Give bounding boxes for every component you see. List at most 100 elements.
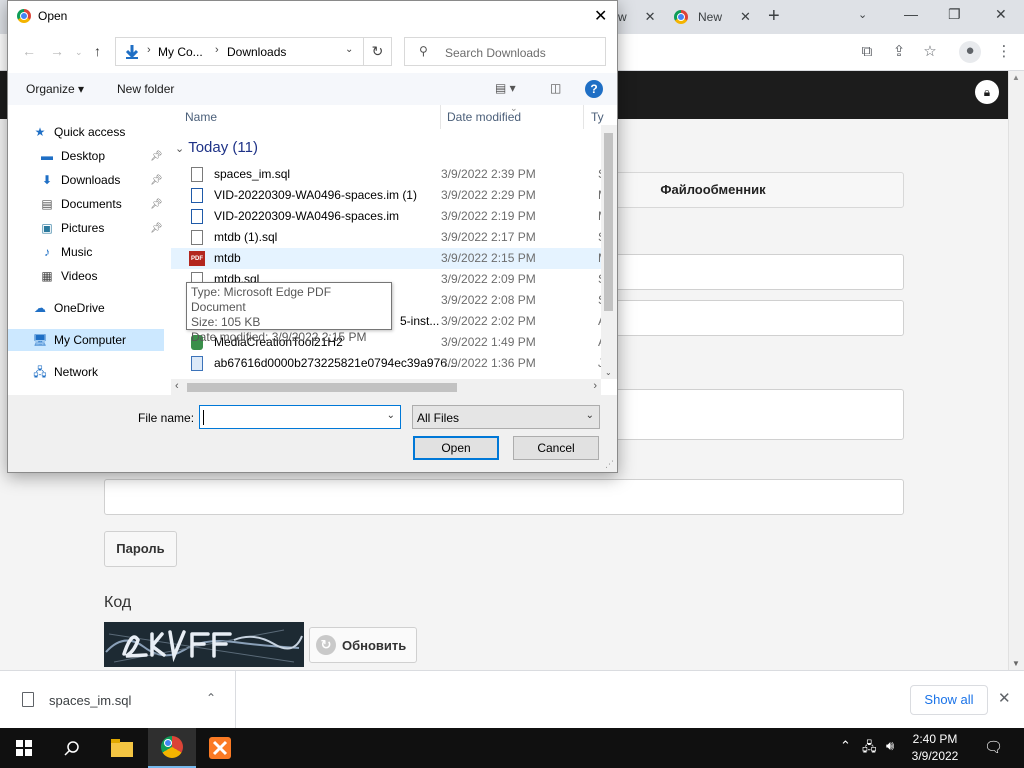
chevron-down-icon[interactable]: ⌄: [387, 410, 395, 421]
share-icon[interactable]: ⇪: [889, 42, 909, 62]
notification-icon[interactable]: 🗨︎: [984, 738, 1003, 756]
scroll-thumb[interactable]: [604, 133, 613, 311]
web-input-1[interactable]: [612, 254, 904, 290]
file-row-hovered[interactable]: PDF mtdb 3/9/2022 2:15 PM M: [171, 248, 608, 269]
nav-quick-access[interactable]: ★ Quick access: [32, 121, 126, 143]
dialog-titlebar[interactable]: Open ✕: [8, 1, 617, 32]
column-divider[interactable]: [583, 105, 584, 129]
cloud-icon: ☁: [34, 301, 46, 315]
restore-button[interactable]: ❐: [948, 6, 961, 23]
column-header-type[interactable]: Ty: [591, 110, 604, 124]
file-name: VID-20220309-WA0496-spaces.im (1): [214, 188, 417, 202]
command-bar: Organize ▾ New folder ▤ ▾ ◫ ?: [8, 73, 617, 105]
web-input-2[interactable]: [612, 300, 904, 336]
file-row[interactable]: VID-20220309-WA0496-spaces.im (1) 3/9/20…: [171, 185, 608, 206]
clock-time: 2:40 PM: [912, 732, 958, 746]
password-button[interactable]: Пароль: [104, 531, 177, 567]
refresh-button[interactable]: ↻: [363, 37, 392, 66]
back-arrow-icon[interactable]: ←: [22, 43, 36, 59]
resize-grip-icon[interactable]: ⋰: [605, 459, 614, 470]
file-row[interactable]: ab67616d0000b273225821e0794ec39a976... 3…: [171, 353, 611, 374]
scroll-thumb[interactable]: [187, 383, 457, 392]
file-date: 3/9/2022 2:15 PM: [441, 251, 536, 265]
close-tab-icon[interactable]: ✕: [645, 9, 656, 25]
file-explorer-icon[interactable]: [98, 728, 146, 768]
search-downloads-input[interactable]: ⚲ Search Downloads: [404, 37, 606, 66]
show-all-button[interactable]: Show all: [910, 685, 988, 715]
breadcrumb-downloads[interactable]: Downloads: [227, 45, 286, 59]
scroll-down-icon[interactable]: ▼: [1012, 659, 1020, 668]
scroll-right-icon[interactable]: ›: [593, 380, 597, 392]
tab-search-icon[interactable]: ⌄: [858, 8, 867, 21]
nav-documents[interactable]: ▤ Documents: [39, 193, 121, 215]
tray-chevron-icon[interactable]: ⌃: [840, 738, 851, 754]
xampp-icon[interactable]: [196, 728, 244, 768]
open-button[interactable]: Open: [413, 436, 499, 460]
volume-icon[interactable]: 🔊︎: [886, 738, 894, 754]
scroll-left-icon[interactable]: ‹: [175, 380, 179, 392]
web-textarea[interactable]: [612, 389, 904, 440]
nav-downloads[interactable]: ⬇ Downloads: [39, 169, 120, 191]
close-tab-icon[interactable]: ✕: [740, 9, 751, 25]
file-list-vertical-scrollbar[interactable]: ⌄: [601, 125, 617, 379]
cancel-button[interactable]: Cancel: [513, 436, 599, 460]
download-item[interactable]: spaces_im.sql ⌃: [0, 671, 236, 729]
column-divider[interactable]: [440, 105, 441, 129]
password-input[interactable]: [104, 479, 904, 515]
network-tray-icon[interactable]: 🖧︎: [862, 738, 877, 760]
recent-dropdown-icon[interactable]: ⌄: [75, 47, 83, 58]
preview-pane-icon[interactable]: ◫: [550, 81, 561, 95]
chevron-down-icon: ⌄: [175, 143, 185, 155]
address-dropdown-icon[interactable]: ⌄: [345, 44, 353, 55]
group-header-today[interactable]: ⌄ Today (11): [175, 139, 258, 156]
file-list-horizontal-scrollbar[interactable]: ‹ ›: [171, 379, 601, 395]
nav-videos[interactable]: ▦ Videos: [39, 265, 97, 287]
scroll-down-icon[interactable]: ⌄: [605, 368, 612, 377]
new-folder-button[interactable]: New folder: [117, 82, 174, 96]
file-name-input[interactable]: ⌄: [199, 405, 401, 429]
clock[interactable]: 2:40 PM 3/9/2022: [905, 731, 965, 765]
bookmark-star-icon[interactable]: ☆: [920, 42, 940, 62]
windows-start-icon[interactable]: [0, 728, 48, 768]
search-icon[interactable]: [48, 728, 96, 768]
search-placeholder: Search Downloads: [445, 46, 546, 60]
nav-network[interactable]: 🖧︎ Network: [32, 361, 98, 383]
captcha-refresh-button[interactable]: ↻ Обновить: [309, 627, 417, 663]
nav-desktop[interactable]: ▬ Desktop: [39, 145, 105, 167]
lock-icon[interactable]: 🔒︎: [975, 80, 999, 104]
browser-tab-1[interactable]: w ✕: [612, 0, 656, 34]
file-name: VID-20220309-WA0496-spaces.im: [214, 209, 399, 223]
new-tab-button[interactable]: +: [768, 6, 780, 26]
dialog-close-icon[interactable]: ✕: [594, 6, 607, 26]
file-row[interactable]: VID-20220309-WA0496-spaces.im 3/9/2022 2…: [171, 206, 608, 227]
nav-music[interactable]: ♪ Music: [39, 241, 92, 263]
page-scrollbar[interactable]: ▲ ▼: [1008, 71, 1024, 670]
nav-my-computer[interactable]: 🖥︎ My Computer: [8, 329, 164, 351]
file-row[interactable]: mtdb (1).sql 3/9/2022 2:17 PM SC: [171, 227, 615, 248]
window-close-button[interactable]: ✕: [995, 6, 1007, 23]
download-bar: spaces_im.sql ⌃ Show all ✕: [0, 670, 1024, 729]
menu-icon[interactable]: ⋮: [994, 42, 1014, 62]
nav-label: My Computer: [54, 333, 127, 347]
filter-value: All Files: [417, 411, 460, 425]
breadcrumb-my-computer[interactable]: My Co...: [158, 45, 203, 59]
browser-tab-2[interactable]: New ✕: [674, 0, 751, 34]
chrome-taskbar-icon[interactable]: [148, 728, 196, 768]
column-header-name[interactable]: Name: [185, 110, 217, 124]
close-download-bar-icon[interactable]: ✕: [998, 689, 1011, 707]
minimize-button[interactable]: —: [904, 6, 918, 22]
nav-onedrive[interactable]: ☁ OneDrive: [32, 297, 105, 319]
file-type-filter[interactable]: All Files ⌄: [412, 405, 600, 429]
view-options-icon[interactable]: ▤ ▾: [495, 81, 516, 95]
help-icon[interactable]: ?: [585, 80, 603, 98]
chevron-up-icon[interactable]: ⌃: [206, 691, 216, 705]
profile-icon[interactable]: ●: [959, 41, 981, 63]
nav-pictures[interactable]: ▣ Pictures: [39, 217, 104, 239]
up-arrow-icon[interactable]: ↑: [94, 43, 101, 59]
scroll-up-icon[interactable]: ▲: [1012, 73, 1020, 82]
file-row[interactable]: spaces_im.sql 3/9/2022 2:39 PM SC: [171, 164, 615, 185]
organize-menu[interactable]: Organize ▾: [26, 82, 84, 96]
address-bar[interactable]: › My Co... › Downloads ⌄: [115, 37, 364, 66]
translate-icon[interactable]: ⧉: [857, 42, 877, 62]
forward-arrow-icon[interactable]: →: [50, 43, 64, 59]
